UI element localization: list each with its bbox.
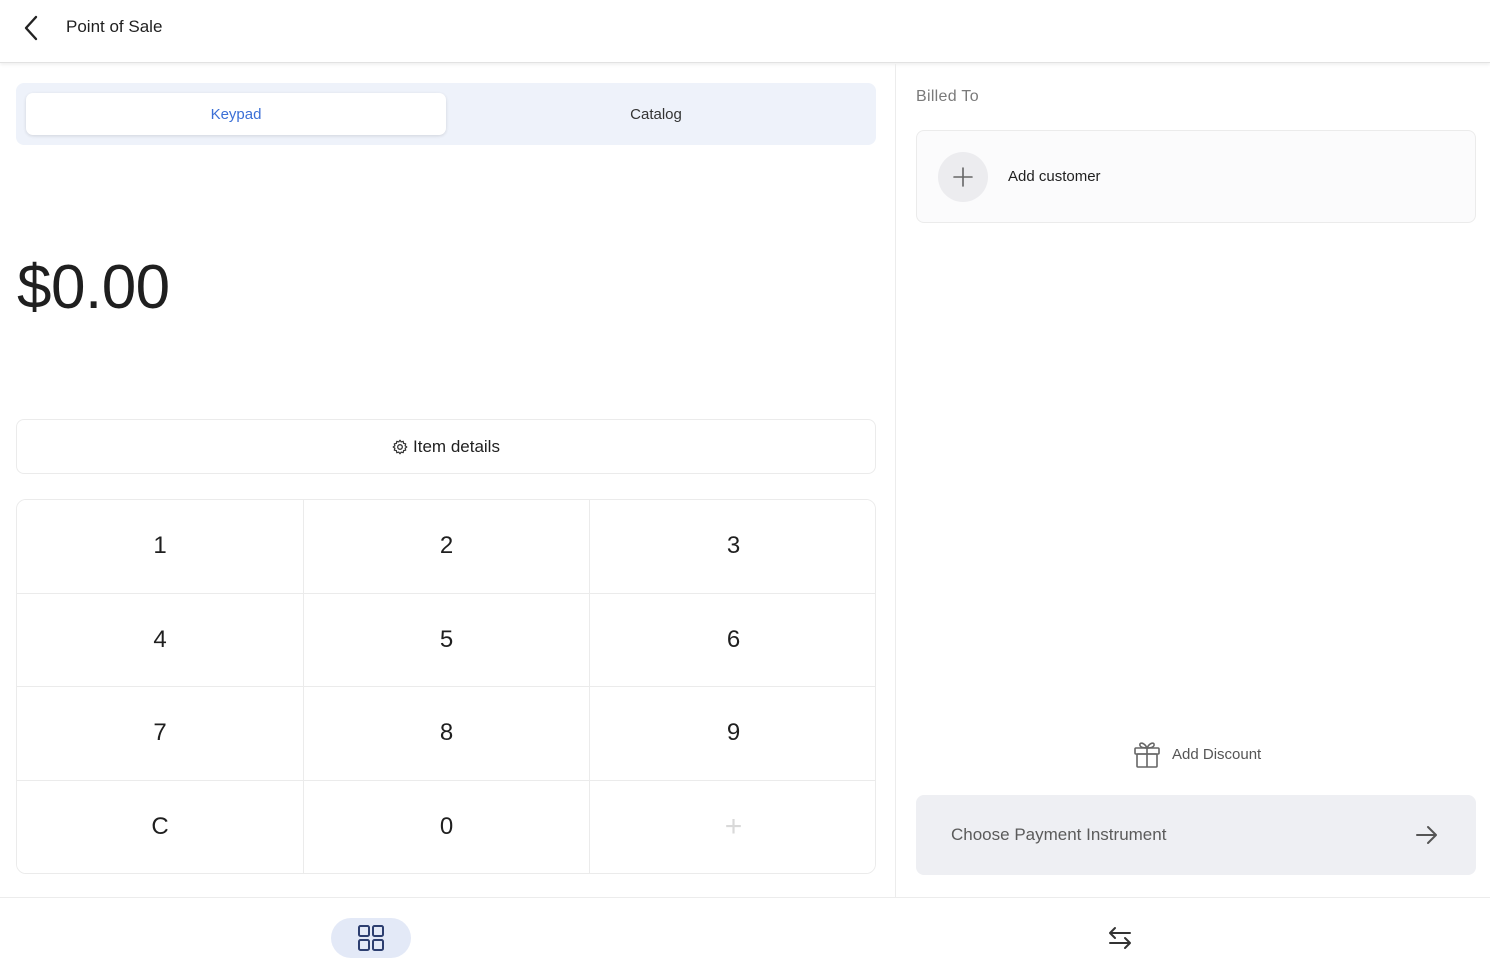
- key-7[interactable]: 7: [17, 687, 304, 781]
- nav-transactions[interactable]: [1100, 918, 1140, 958]
- tab-catalog[interactable]: Catalog: [446, 93, 866, 135]
- grid-icon: [358, 925, 384, 951]
- item-details-button[interactable]: Item details: [16, 419, 876, 474]
- keypad-panel: Keypad Catalog $0.00 Item details 1 2 3 …: [0, 64, 895, 897]
- billed-to-label: Billed To: [916, 88, 979, 105]
- page-title: Point of Sale: [66, 17, 163, 36]
- numeric-keypad: 1 2 3 4 5 6 7 8 9 C 0 +: [16, 499, 876, 874]
- back-button[interactable]: [14, 10, 50, 46]
- key-1[interactable]: 1: [17, 500, 304, 594]
- bottom-navigation: [0, 897, 1490, 972]
- key-0[interactable]: 0: [304, 780, 590, 873]
- key-3[interactable]: 3: [590, 500, 875, 594]
- choose-payment-label: Choose Payment Instrument: [951, 825, 1167, 844]
- key-9[interactable]: 9: [590, 687, 875, 781]
- plus-icon: [938, 152, 988, 202]
- add-customer-button[interactable]: Add customer: [916, 130, 1476, 223]
- key-clear[interactable]: C: [17, 780, 304, 873]
- choose-payment-button[interactable]: Choose Payment Instrument: [916, 795, 1476, 875]
- chevron-left-icon: [24, 15, 38, 41]
- amount-display: $0.00: [17, 253, 170, 322]
- add-customer-label: Add customer: [1008, 168, 1101, 185]
- gift-icon: [1132, 739, 1162, 769]
- key-8[interactable]: 8: [304, 687, 590, 781]
- mode-tabs: Keypad Catalog: [16, 83, 876, 145]
- tab-keypad[interactable]: Keypad: [26, 93, 446, 135]
- top-app-bar: Point of Sale: [0, 0, 1490, 63]
- key-4[interactable]: 4: [17, 593, 304, 687]
- key-add-item[interactable]: +: [590, 780, 875, 873]
- gear-icon: [392, 439, 408, 455]
- key-6[interactable]: 6: [590, 593, 875, 687]
- item-details-label: Item details: [413, 436, 500, 456]
- billing-panel: Billed To Add customer Add Discount Choo…: [896, 64, 1490, 897]
- add-discount-label: Add Discount: [1172, 745, 1262, 763]
- add-discount-button[interactable]: Add Discount: [1132, 738, 1261, 770]
- swap-arrows-icon: [1109, 927, 1131, 949]
- nav-pos-grid[interactable]: [331, 918, 411, 958]
- key-2[interactable]: 2: [304, 500, 590, 594]
- arrow-right-icon: [1414, 822, 1440, 848]
- key-5[interactable]: 5: [304, 593, 590, 687]
